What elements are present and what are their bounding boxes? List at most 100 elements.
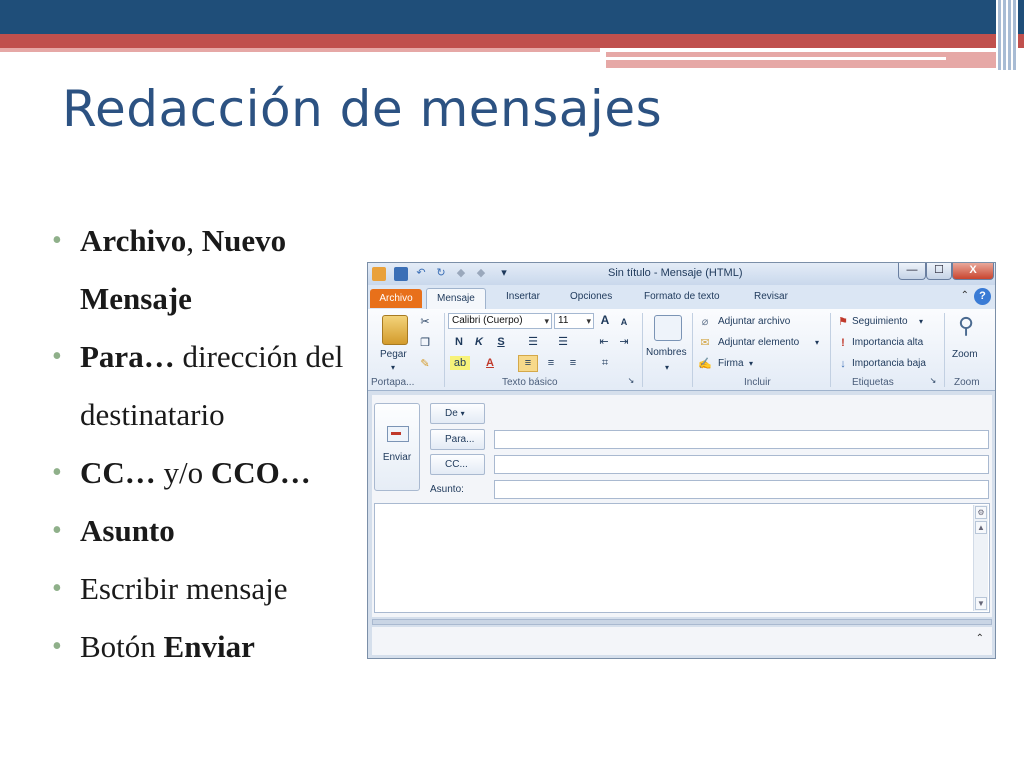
bullet-item: Escribir mensaje (52, 560, 362, 618)
cc-button[interactable]: CC... (430, 454, 485, 475)
low-importance-icon: ↓ (840, 358, 846, 370)
group-separator (444, 313, 445, 387)
tab-insert[interactable]: Insertar (506, 291, 540, 302)
message-body[interactable]: ⚙ ▲ ▼ (374, 503, 990, 613)
ribbon-tabs: Archivo Mensaje Insertar Opciones Format… (368, 285, 995, 309)
subject-input[interactable] (494, 480, 989, 499)
header-bar-dark (0, 0, 1024, 34)
people-pane: ⌃ (372, 627, 992, 655)
bullet-text: y/o (155, 455, 211, 490)
save-icon[interactable] (394, 267, 408, 281)
paste-dropdown-icon[interactable]: ▾ (386, 361, 400, 375)
align-right-icon[interactable]: ≡ (564, 356, 582, 370)
header-bar-pink-right (606, 52, 1002, 68)
followup-dropdown-icon[interactable]: ▾ (916, 315, 926, 329)
compose-area: Enviar De ▾ Para... CC... Asunto: ⚙ ▲ ▼ (372, 395, 992, 617)
header-bar-pink-left (0, 48, 600, 52)
scroll-up-icon[interactable]: ▲ (975, 521, 987, 534)
bold-button[interactable]: N (452, 335, 466, 349)
window-title: Sin título - Mensaje (HTML) (608, 267, 743, 279)
undo-icon[interactable]: ↶ (414, 266, 428, 280)
redo-icon[interactable]: ↻ (434, 266, 448, 280)
down-arrow-icon[interactable]: ◆ (474, 266, 488, 280)
font-size-combo[interactable]: 11 (554, 313, 594, 329)
bullet-bold: CC… (80, 455, 156, 490)
align-center-icon[interactable]: ≡ (542, 356, 560, 370)
low-importance-button[interactable]: Importancia baja (852, 358, 926, 369)
maximize-button[interactable]: ☐ (926, 263, 952, 280)
followup-button[interactable]: Seguimiento (852, 316, 908, 327)
decrease-indent-icon[interactable]: ⇤ (596, 335, 612, 349)
bullet-text: Botón (80, 629, 164, 664)
attach-item-icon: ✉ (700, 337, 710, 349)
attach-item-dropdown-icon[interactable]: ▾ (812, 336, 822, 350)
align-left-icon[interactable]: ≡ (518, 355, 538, 372)
send-button[interactable]: Enviar (374, 403, 420, 491)
group-separator (692, 313, 693, 387)
bullets-icon[interactable]: ☰ (524, 335, 542, 349)
cut-icon[interactable]: ✂ (418, 315, 432, 329)
signature-dropdown-icon[interactable]: ▾ (746, 357, 756, 371)
group-separator (642, 313, 643, 387)
group-separator (830, 313, 831, 387)
names-dropdown-icon[interactable]: ▾ (660, 361, 674, 375)
paperclip-icon: ⌀ (701, 316, 709, 328)
scroll-down-icon[interactable]: ▼ (975, 597, 987, 610)
dialog-launcher-icon[interactable]: ↘ (626, 374, 636, 388)
from-button[interactable]: De ▾ (430, 403, 485, 424)
bullet-bold: CCO… (210, 455, 311, 490)
numbering-icon[interactable]: ☰ (554, 335, 572, 349)
minimize-ribbon-icon[interactable]: ⌃ (961, 290, 969, 301)
shrink-font-icon[interactable]: A (618, 315, 630, 329)
magnifier-icon[interactable]: ⚲ (954, 313, 978, 339)
tab-options[interactable]: Opciones (570, 291, 612, 302)
cc-input[interactable] (494, 455, 989, 474)
close-button[interactable]: X (952, 263, 994, 280)
group-zoom-label: Zoom (954, 377, 980, 388)
copy-icon[interactable]: ❐ (418, 336, 432, 350)
address-book-icon[interactable] (654, 315, 682, 341)
scroll-options-icon[interactable]: ⚙ (975, 506, 987, 519)
from-dropdown-icon: ▾ (460, 409, 465, 418)
ribbon: Pegar ▾ ✂ ❐ ✎ Portapa... Calibri (Cuerpo… (368, 309, 995, 391)
tab-review[interactable]: Revisar (754, 291, 788, 302)
increase-indent-icon[interactable]: ⇥ (616, 335, 632, 349)
paste-icon[interactable] (382, 315, 408, 345)
header-stripes (996, 0, 1018, 70)
zoom-button[interactable]: Zoom (952, 349, 978, 360)
highlight-icon[interactable]: ab (450, 356, 470, 370)
group-include-label: Incluir (744, 377, 771, 388)
tab-message[interactable]: Mensaje (426, 288, 486, 309)
font-name-combo[interactable]: Calibri (Cuerpo) (448, 313, 552, 329)
text-direction-icon[interactable]: ⌗ (596, 356, 614, 370)
group-separator (944, 313, 945, 387)
grow-font-icon[interactable]: A (598, 313, 612, 327)
bullet-item: CC… y/o CCO… (52, 444, 362, 502)
paste-button[interactable]: Pegar (380, 349, 407, 360)
attach-item-button[interactable]: Adjuntar elemento (718, 337, 799, 348)
minimize-button[interactable]: — (898, 263, 926, 280)
italic-button[interactable]: K (472, 335, 486, 349)
to-button[interactable]: Para... (430, 429, 485, 450)
body-scrollbar[interactable]: ⚙ ▲ ▼ (973, 505, 988, 611)
high-importance-button[interactable]: Importancia alta (852, 337, 923, 348)
attach-file-button[interactable]: Adjuntar archivo (718, 316, 790, 327)
format-painter-icon[interactable]: ✎ (418, 357, 432, 371)
expand-people-pane-icon[interactable]: ⌃ (976, 633, 984, 644)
tab-format-text[interactable]: Formato de texto (644, 291, 720, 302)
underline-button[interactable]: S (494, 335, 508, 349)
font-color-icon[interactable]: A (482, 356, 498, 370)
tab-file[interactable]: Archivo (370, 289, 422, 308)
to-input[interactable] (494, 430, 989, 449)
followup-flag-icon: ⚑ (838, 316, 848, 328)
up-arrow-icon[interactable]: ◆ (454, 266, 468, 280)
signature-button[interactable]: Firma (718, 358, 744, 369)
bullet-item: Asunto (52, 502, 362, 560)
dialog-launcher-icon[interactable]: ↘ (928, 374, 938, 388)
help-icon[interactable]: ? (974, 288, 991, 305)
outlook-app-icon[interactable] (372, 267, 386, 281)
subject-label: Asunto: (430, 484, 464, 495)
customize-quick-access-icon[interactable]: ▾ (498, 266, 510, 280)
window-titlebar: ↶ ↻ ◆ ◆ ▾ Sin título - Mensaje (HTML) — … (368, 263, 995, 285)
names-button[interactable]: Nombres (646, 347, 687, 358)
